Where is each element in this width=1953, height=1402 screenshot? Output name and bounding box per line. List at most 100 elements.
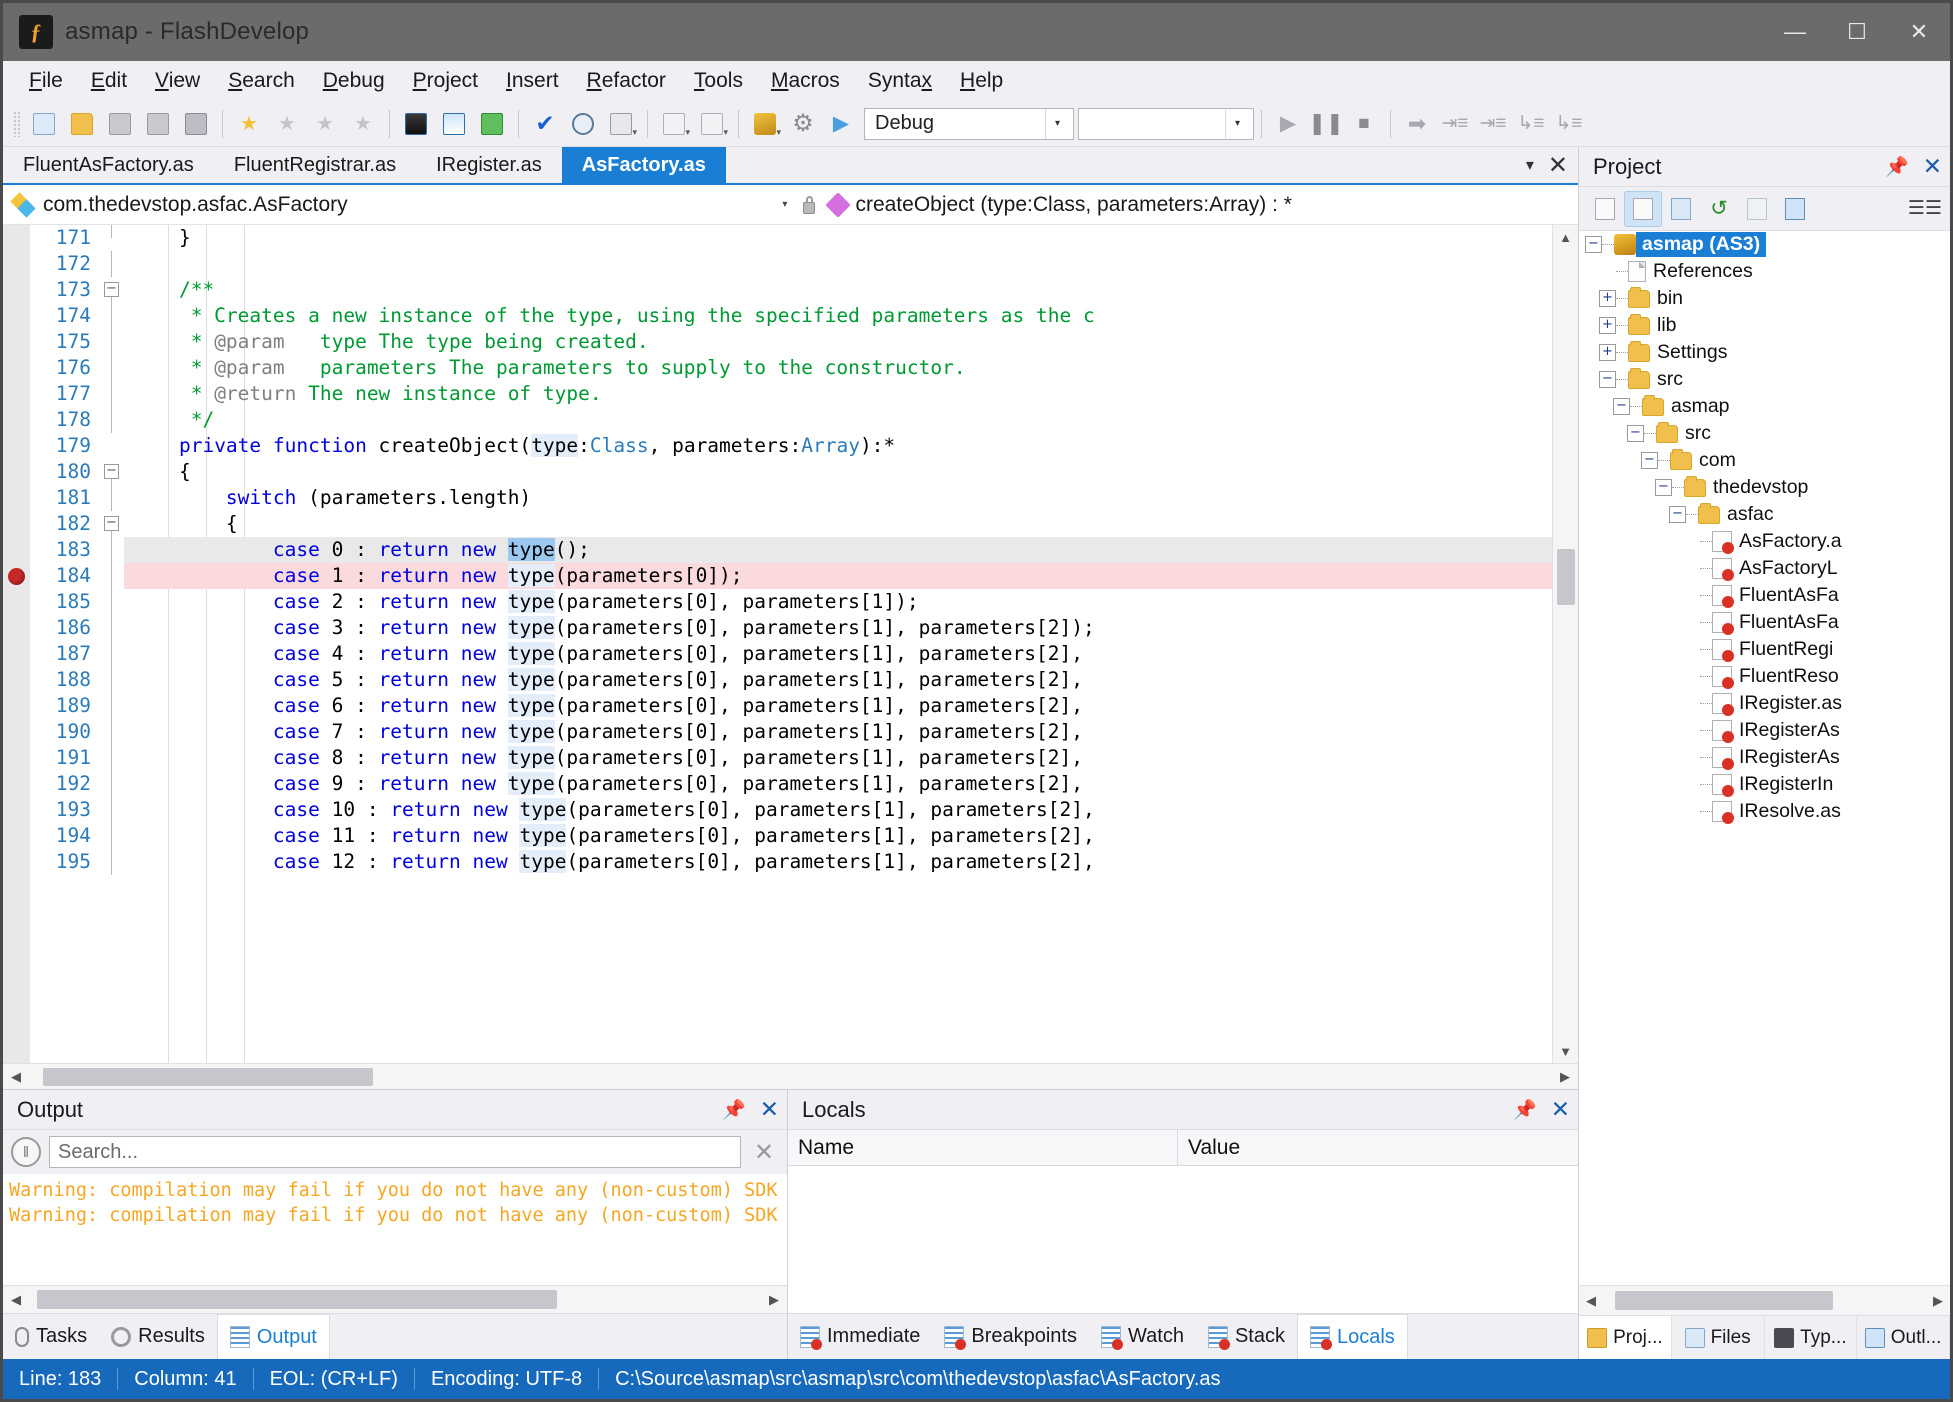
tree-item[interactable]: − src — [1579, 366, 1950, 393]
dock-tab-results[interactable]: Results — [99, 1314, 217, 1359]
collapse-toggle-icon[interactable]: − — [1627, 425, 1644, 442]
tree-item[interactable]: − asmap — [1579, 393, 1950, 420]
scroll-left-icon[interactable]: ◀ — [3, 1069, 29, 1085]
breakpoint-marker[interactable] — [8, 568, 25, 585]
locals-column-name[interactable]: Name — [788, 1130, 1178, 1165]
menu-item-view[interactable]: View — [141, 65, 214, 97]
code-line[interactable]: case 5 : return new type(parameters[0], … — [124, 667, 1552, 693]
code-line[interactable]: case 6 : return new type(parameters[0], … — [124, 693, 1552, 719]
tree-item[interactable]: + bin — [1579, 285, 1950, 312]
bookmark-prev-icon[interactable]: ★ — [270, 107, 304, 141]
pin-icon[interactable]: 📌 — [722, 1098, 746, 1122]
dock-tab-immediate[interactable]: Immediate — [788, 1314, 932, 1359]
pin-icon[interactable]: 📌 — [1513, 1098, 1537, 1122]
build-target-combo[interactable]: Debug ▾ — [864, 107, 1074, 140]
breadcrumb-member[interactable]: ▾ createObject (type:Class, parameters:A… — [776, 191, 1578, 218]
save-icon[interactable] — [103, 107, 137, 141]
open-project-icon[interactable]: ▾ — [695, 107, 729, 141]
code-line[interactable]: { — [124, 459, 1552, 485]
tree-item[interactable]: IRegisterAs — [1579, 717, 1950, 744]
tree-item[interactable]: − thedevstop — [1579, 474, 1950, 501]
tree-item[interactable]: FluentReso — [1579, 663, 1950, 690]
chevron-down-icon[interactable]: ▾ — [776, 127, 781, 138]
tree-item[interactable]: FluentAsFa — [1579, 609, 1950, 636]
expand-toggle-icon[interactable]: + — [1599, 344, 1616, 361]
code-line[interactable]: case 1 : return new type(parameters[0]); — [124, 563, 1552, 589]
project-horizontal-scrollbar[interactable]: ◀ ▶ — [1579, 1285, 1950, 1315]
output-text[interactable]: Warning: compilation may fail if you do … — [3, 1174, 787, 1285]
tree-item[interactable]: − asmap (AS3) — [1579, 231, 1950, 258]
dock-tab-breakpoints[interactable]: Breakpoints — [932, 1314, 1089, 1359]
import-icon[interactable] — [1663, 192, 1699, 226]
code-folding-gutter[interactable]: − − − — [100, 225, 124, 1063]
code-line[interactable]: * @param type The type being created. — [124, 329, 1552, 355]
menu-item-insert[interactable]: Insert — [492, 65, 573, 97]
editor-tab-fluentasfactory[interactable]: FluentAsFactory.as — [3, 147, 214, 183]
code-line[interactable]: case 11 : return new type(parameters[0],… — [124, 823, 1552, 849]
collapse-toggle-icon[interactable]: − — [1585, 236, 1602, 253]
code-line[interactable]: case 2 : return new type(parameters[0], … — [124, 589, 1552, 615]
editor-horizontal-scrollbar[interactable]: ◀ ▶ — [3, 1063, 1578, 1089]
collapse-toggle-icon[interactable]: − — [1641, 452, 1658, 469]
project-hscroll-thumb[interactable] — [1615, 1291, 1833, 1310]
bookmark-toggle-icon[interactable]: ★ — [232, 107, 266, 141]
editor-tab-fluentregistrar[interactable]: FluentRegistrar.as — [213, 147, 417, 183]
chevron-down-icon[interactable]: ▾ — [723, 127, 728, 138]
tree-item[interactable]: FluentRegi — [1579, 636, 1950, 663]
run-icon[interactable]: ▶ — [824, 107, 858, 141]
tree-item[interactable]: − asfac — [1579, 501, 1950, 528]
output-hscroll-track[interactable] — [29, 1286, 761, 1313]
save-all-icon[interactable] — [141, 107, 175, 141]
output-hscroll-thumb[interactable] — [37, 1290, 557, 1309]
pause-output-button[interactable]: ‖ — [11, 1137, 41, 1167]
check-syntax-icon[interactable]: ✔ — [528, 107, 562, 141]
step-resume-icon[interactable]: ➡ — [1400, 107, 1434, 141]
menu-item-edit[interactable]: Edit — [77, 65, 141, 97]
output-horizontal-scrollbar[interactable]: ◀ ▶ — [3, 1285, 787, 1313]
tree-item[interactable]: IRegister.as — [1579, 690, 1950, 717]
close-icon[interactable]: ✕ — [1551, 1096, 1570, 1123]
snippet-icon[interactable] — [475, 107, 509, 141]
chevron-down-icon[interactable]: ▾ — [632, 127, 637, 138]
scroll-down-icon[interactable]: ▼ — [1553, 1039, 1578, 1063]
clock-icon[interactable] — [566, 107, 600, 141]
tree-item[interactable]: FluentAsFa — [1579, 582, 1950, 609]
code-editor[interactable]: 171 172 173 174 175 176 177 178 179 180 181 182 183 1… — [3, 225, 1578, 1063]
build-config-combo[interactable]: ▾ — [1078, 107, 1254, 140]
code-line[interactable]: case 10 : return new type(parameters[0],… — [124, 797, 1552, 823]
fold-toggle[interactable]: − — [104, 516, 119, 531]
code-line[interactable]: } — [124, 225, 1552, 251]
copy-icon[interactable] — [1587, 192, 1623, 226]
menu-item-debug[interactable]: Debug — [309, 65, 399, 97]
code-line[interactable]: switch (parameters.length) — [124, 485, 1552, 511]
new-project-icon[interactable]: ▾ — [657, 107, 691, 141]
tree-item[interactable]: IRegisterAs — [1579, 744, 1950, 771]
code-line[interactable]: case 0 : return new type(); — [124, 537, 1552, 563]
new-file-icon[interactable] — [27, 107, 61, 141]
maximize-button[interactable]: ☐ — [1826, 3, 1888, 61]
tree-item[interactable]: − com — [1579, 447, 1950, 474]
tab-list-dropdown-icon[interactable]: ▾ — [1526, 155, 1534, 175]
chevron-down-icon[interactable]: ▾ — [1225, 108, 1249, 139]
print-icon[interactable] — [179, 107, 213, 141]
locals-table[interactable]: Name Value — [788, 1130, 1578, 1313]
continue-icon[interactable]: ▶ — [1271, 107, 1305, 141]
code-line[interactable]: case 12 : return new type(parameters[0],… — [124, 849, 1552, 875]
tree-item[interactable]: + Settings — [1579, 339, 1950, 366]
editor-tab-asfactory[interactable]: AsFactory.as — [561, 147, 726, 183]
run-to-cursor-icon[interactable]: ↳≡ — [1552, 107, 1586, 141]
locals-column-value[interactable]: Value — [1178, 1130, 1578, 1165]
collapse-toggle-icon[interactable]: − — [1669, 506, 1686, 523]
clear-output-icon[interactable]: ✕ — [749, 1138, 779, 1167]
project-hscroll-track[interactable] — [1603, 1286, 1926, 1315]
vscroll-track[interactable] — [1553, 249, 1578, 1039]
synchronize-icon[interactable]: ☰☰ — [1908, 197, 1950, 220]
code-line[interactable] — [124, 251, 1552, 277]
minimize-button[interactable]: — — [1764, 3, 1826, 61]
code-line[interactable]: /** — [124, 277, 1552, 303]
code-line[interactable]: case 9 : return new type(parameters[0], … — [124, 771, 1552, 797]
fold-toggle[interactable]: − — [104, 282, 119, 297]
chevron-down-icon[interactable]: ▾ — [685, 127, 690, 138]
panel-tab-outline[interactable]: Outl... — [1857, 1316, 1950, 1359]
code-line[interactable]: * Creates a new instance of the type, us… — [124, 303, 1552, 329]
